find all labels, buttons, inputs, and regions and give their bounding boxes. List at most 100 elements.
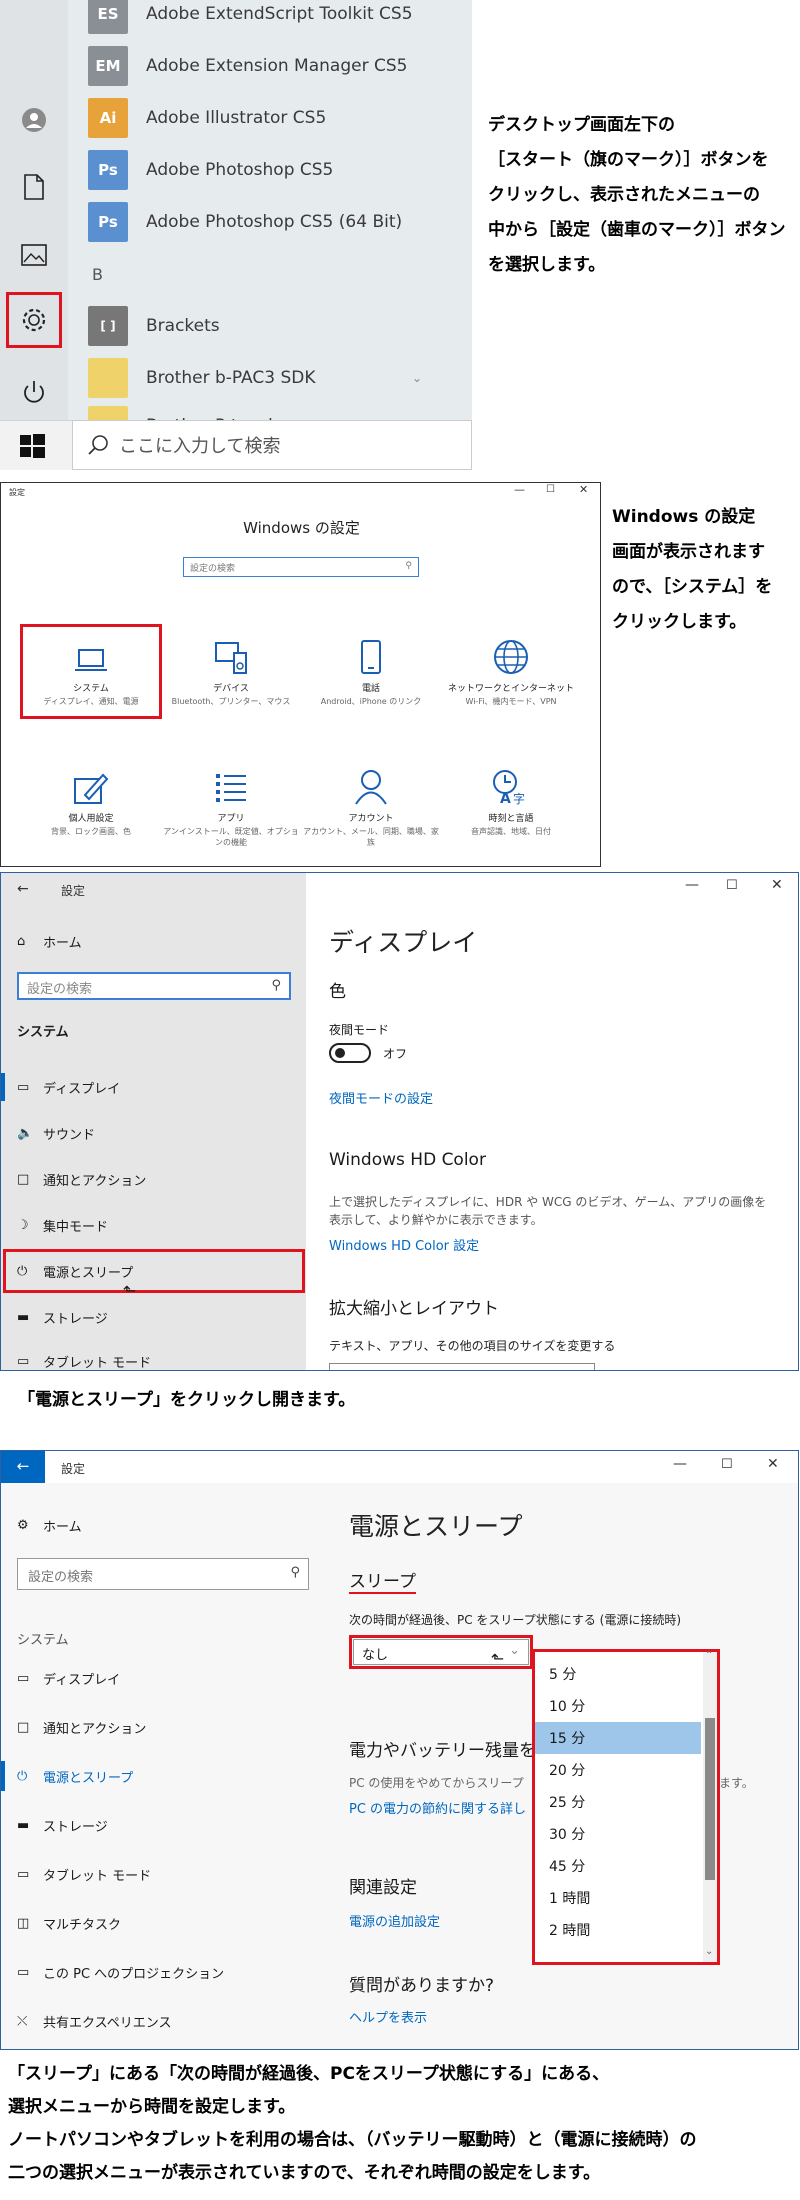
svg-text:字: 字: [513, 791, 525, 805]
option-45min[interactable]: 45 分: [535, 1850, 701, 1882]
taskbar-search-box[interactable]: ここに入力して検索: [72, 420, 472, 470]
back-button[interactable]: ←: [1, 1451, 45, 1483]
additional-power-settings-link[interactable]: 電源の追加設定: [349, 1911, 440, 1930]
category-network[interactable]: ネットワークとインターネット Wi-Fi、機内モード、VPN: [441, 631, 581, 741]
nav-multitask[interactable]: ◫ マルチタスク: [1, 1903, 121, 1943]
nav-label: 集中モード: [43, 1219, 109, 1235]
help-link[interactable]: ヘルプを表示: [349, 2007, 427, 2026]
close-button[interactable]: ✕: [767, 1456, 779, 1472]
nav-sound[interactable]: 🔈 サウンド: [1, 1113, 95, 1153]
close-button[interactable]: ✕: [771, 877, 783, 893]
category-name: 電話: [361, 684, 380, 694]
minimize-button[interactable]: —: [673, 1456, 687, 1472]
option-10min[interactable]: 10 分: [535, 1690, 701, 1722]
pictures-icon[interactable]: [14, 235, 54, 275]
category-sub: Bluetooth、プリンター、マウス: [171, 697, 291, 706]
nav-display[interactable]: ▭ ディスプレイ: [1, 1658, 120, 1698]
search-placeholder: ここに入力して検索: [119, 436, 281, 457]
night-light-toggle[interactable]: [329, 1043, 371, 1063]
option-2hours[interactable]: 2 時間: [535, 1914, 701, 1946]
close-button[interactable]: ✕: [579, 483, 588, 496]
option-1hour[interactable]: 1 時間: [535, 1882, 701, 1914]
search-input[interactable]: 設定の検索 ⚲: [17, 972, 291, 1000]
category-sub: ディスプレイ、通知、電源: [43, 697, 139, 706]
option-15min-selected[interactable]: 15 分: [535, 1722, 701, 1754]
instruction-caption-1: デスクトップ画面左下の ［スタート（旗のマーク）］ボタンを クリックし、表示され…: [488, 108, 793, 283]
nav-storage[interactable]: ▬ ストレージ: [1, 1805, 108, 1845]
nav-display[interactable]: ▭ ディスプレイ: [1, 1067, 120, 1107]
nav-focus[interactable]: ☽ 集中モード: [1, 1205, 108, 1245]
nav-tablet[interactable]: ▭ タブレット モード: [1, 1341, 151, 1371]
nav-home[interactable]: ⚙ ホーム: [1, 1505, 82, 1545]
nav-storage[interactable]: ▬ ストレージ: [1, 1297, 108, 1337]
minimize-button[interactable]: —: [514, 483, 525, 496]
list-item[interactable]: Ps Adobe Photoshop CS5 (64 Bit): [88, 200, 448, 244]
power-saving-link[interactable]: PC の電力の節約に関する詳し: [349, 1798, 526, 1817]
gear-icon[interactable]: [14, 300, 54, 340]
list-item[interactable]: EM Adobe Extension Manager CS5: [88, 44, 448, 88]
search-input[interactable]: 設定の検索 ⚲: [17, 1558, 309, 1590]
option-20min[interactable]: 20 分: [535, 1754, 701, 1786]
instruction-caption-3: 「電源とスリープ」をクリックし開きます。: [18, 1390, 356, 1410]
scrollbar-thumb[interactable]: [705, 1718, 715, 1880]
caption-line: 二つの選択メニューが表示されていますので、それぞれ時間の設定をします。: [8, 2163, 601, 2183]
back-arrow-icon[interactable]: ←: [17, 881, 29, 897]
nav-projection[interactable]: ▭ この PC へのプロジェクション: [1, 1952, 224, 1992]
nav-power-sleep[interactable]: ⏻ 電源とスリープ: [1, 1756, 133, 1796]
nav-power-sleep[interactable]: ⏻ 電源とスリープ: [1, 1251, 133, 1291]
caption-line: を選択します。: [488, 255, 606, 275]
phone-icon: [301, 631, 441, 675]
nav-label: ホーム: [43, 1519, 82, 1535]
option-25min[interactable]: 25 分: [535, 1786, 701, 1818]
search-icon: [87, 434, 109, 456]
list-item[interactable]: ES Adobe ExtendScript Toolkit CS5: [88, 0, 448, 36]
category-phone[interactable]: 電話 Android、iPhone のリンク: [301, 631, 441, 741]
category-sub: 背景、ロック画面、色: [51, 827, 131, 836]
option-30min[interactable]: 30 分: [535, 1818, 701, 1850]
category-name: 個人用設定: [68, 814, 114, 824]
scroll-down-icon[interactable]: ⌄: [705, 1946, 713, 1957]
maximize-button[interactable]: ☐: [726, 878, 738, 893]
nav-notifications[interactable]: □ 通知とアクション: [1, 1159, 146, 1199]
window-title: 設定: [61, 884, 86, 898]
list-item[interactable]: Brother b-PAC3 SDK ⌄: [88, 356, 448, 400]
category-personalization[interactable]: 個人用設定 背景、ロック画面、色: [21, 761, 161, 866]
time-language-icon: A字: [441, 761, 581, 805]
nav-notifications[interactable]: □ 通知とアクション: [1, 1707, 146, 1747]
category-time-language[interactable]: A字 時刻と言語 音声認識、地域、日付: [441, 761, 581, 866]
moon-icon: ☽: [17, 1217, 29, 1233]
list-item[interactable]: Ai Adobe Illustrator CS5: [88, 96, 448, 140]
nav-label: 共有エクスペリエンス: [43, 2015, 172, 2031]
power-icon[interactable]: [14, 372, 54, 412]
list-item[interactable]: [ ] Brackets: [88, 304, 448, 348]
document-icon[interactable]: [14, 167, 54, 207]
sleep-options-list[interactable]: ⌃ ⌄ 5 分 10 分 15 分 20 分 25 分 30 分 45 分 1 …: [532, 1649, 720, 1965]
category-sub: Wi-Fi、機内モード、VPN: [465, 697, 557, 706]
minimize-button[interactable]: —: [685, 877, 699, 893]
night-light-state: オフ: [383, 1047, 408, 1061]
page-title: ディスプレイ: [329, 928, 478, 957]
nav-home[interactable]: ⌂ ホーム: [1, 921, 82, 961]
category-accounts[interactable]: アカウント アカウント、メール、同期、職場、家族: [301, 761, 441, 866]
night-light-settings-link[interactable]: 夜間モードの設定: [329, 1088, 433, 1107]
nav-shared[interactable]: ⤬ 共有エクスペリエンス: [1, 2001, 171, 2041]
scale-dropdown[interactable]: [329, 1363, 595, 1370]
caption-line: 選択メニューから時間を設定します。: [8, 2097, 296, 2117]
maximize-button[interactable]: ☐: [721, 1457, 733, 1472]
hd-color-settings-link[interactable]: Windows HD Color 設定: [329, 1235, 479, 1254]
category-devices[interactable]: デバイス Bluetooth、プリンター、マウス: [161, 631, 301, 741]
nav-tablet[interactable]: ▭ タブレット モード: [1, 1854, 151, 1894]
search-input[interactable]: 設定の検索 ⚲: [183, 557, 419, 577]
category-name: アカウント: [348, 814, 394, 824]
scroll-up-icon[interactable]: ⌃: [705, 1650, 713, 1661]
category-system[interactable]: システム ディスプレイ、通知、電源: [21, 631, 161, 741]
option-5min[interactable]: 5 分: [535, 1658, 701, 1690]
maximize-button[interactable]: ☐: [546, 484, 555, 495]
chevron-down-icon[interactable]: ⌄: [412, 371, 422, 385]
list-item[interactable]: Ps Adobe Photoshop CS5: [88, 148, 448, 192]
category-apps[interactable]: アプリ アンインストール、既定値、オプションの機能: [161, 761, 301, 866]
monitor-icon: ▭: [17, 1670, 30, 1686]
windows-start-icon[interactable]: [18, 432, 46, 460]
notification-icon: □: [17, 1719, 30, 1735]
user-avatar-icon[interactable]: [14, 100, 54, 140]
